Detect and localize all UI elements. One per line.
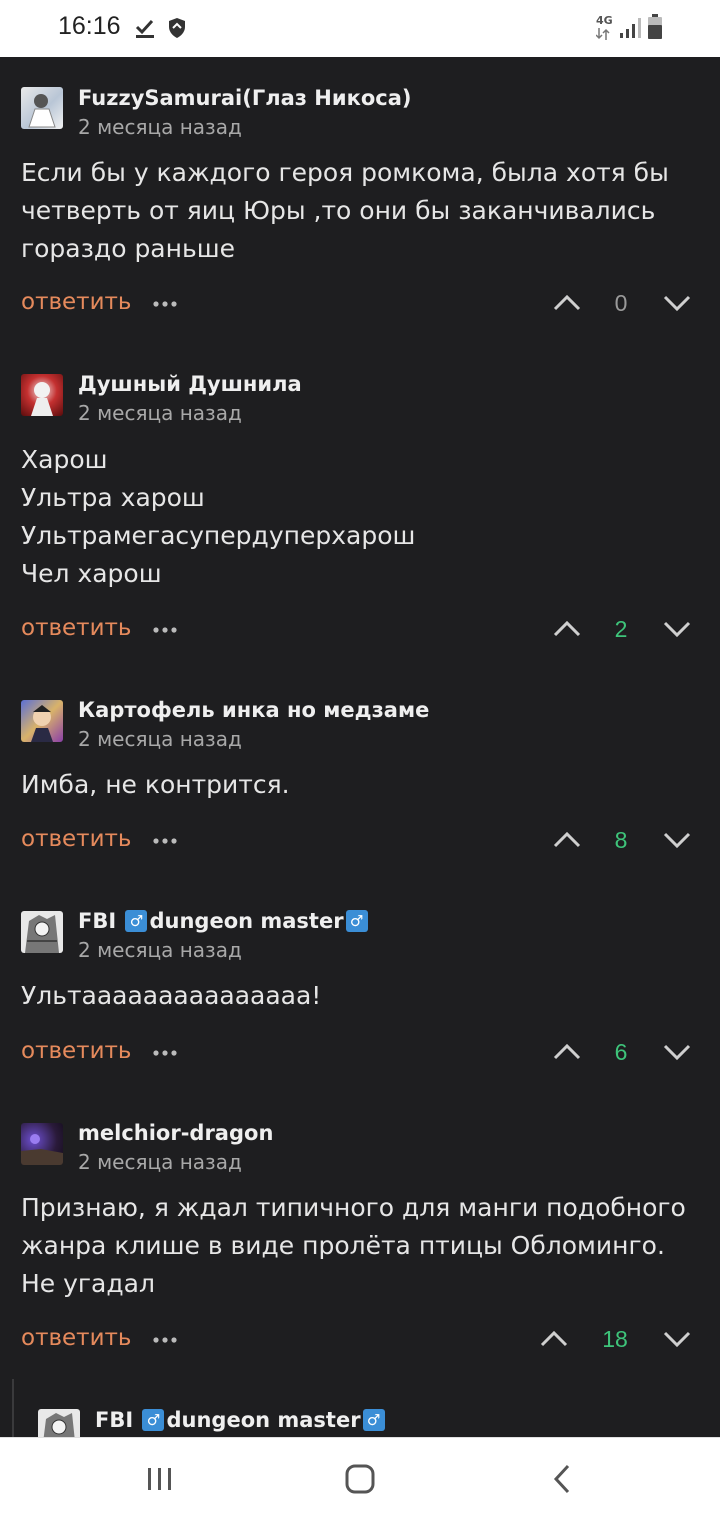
comment-text-line: Харош: [21, 445, 108, 474]
comment-author[interactable]: Картофель инка но медзаме: [78, 698, 429, 722]
more-dots-icon[interactable]: [153, 301, 177, 307]
comment-text-line: Ультра харош: [21, 483, 205, 512]
recents-icon[interactable]: [146, 1465, 174, 1493]
avatar-image-icon: [31, 705, 53, 742]
more-dots-icon[interactable]: [153, 627, 177, 633]
male-sign-icon: ♂: [142, 1409, 165, 1431]
back-icon[interactable]: [551, 1463, 573, 1495]
chevron-down-icon[interactable]: [663, 1330, 691, 1348]
chevron-up-icon[interactable]: [553, 831, 581, 849]
reply-button[interactable]: ответить: [21, 289, 131, 315]
reply-button[interactable]: ответить: [21, 1325, 131, 1351]
comment-author[interactable]: Душный Душнила: [78, 372, 302, 396]
comment-author[interactable]: FBI ♂ dungeon master ♂: [95, 1408, 387, 1432]
comment-text-line: Ультрамегасупердуперхарош: [21, 521, 416, 550]
reply-button[interactable]: ответить: [21, 826, 131, 852]
vote-count: 6: [614, 1039, 628, 1065]
data-arrows-icon: [596, 28, 610, 40]
comment-text-line: жанра клише в виде пролёта птицы Обломин…: [21, 1231, 665, 1260]
comment-text-line: четверть от яиц Юры ,то они бы заканчива…: [21, 196, 656, 225]
comment-text-line: Не угадал: [21, 1269, 155, 1298]
chevron-down-icon[interactable]: [663, 831, 691, 849]
battery-icon: [648, 14, 662, 39]
author-text: FBI: [95, 1408, 141, 1432]
comment-author[interactable]: FuzzySamurai(Глаз Никоса): [78, 86, 411, 110]
avatar-image-icon: [21, 1134, 63, 1165]
chevron-down-icon[interactable]: [663, 1043, 691, 1061]
shield-icon: [169, 18, 185, 38]
comment-time: 2 месяца назад: [78, 115, 242, 139]
chevron-down-icon[interactable]: [663, 294, 691, 312]
chevron-up-icon[interactable]: [553, 294, 581, 312]
navigation-bar: [0, 1437, 720, 1521]
reply-button[interactable]: ответить: [21, 615, 131, 641]
network-type-label: 4G: [596, 14, 613, 27]
avatar[interactable]: [21, 911, 63, 953]
signal-icon: [620, 18, 641, 38]
thread-line: [12, 1379, 14, 1437]
comment-time: 2 месяца назад: [78, 1150, 242, 1174]
avatar-image-icon: [31, 382, 53, 416]
comment-text-line: Ультааааааааааааааа!: [21, 981, 322, 1010]
comment-text-line: Если бы у каждого героя ромкома, была хо…: [21, 158, 669, 187]
vote-count: 0: [614, 290, 628, 316]
chevron-up-icon[interactable]: [553, 1043, 581, 1061]
more-dots-icon[interactable]: [153, 838, 177, 844]
comment-text: Харош Ультра харош Ультрамегасупердуперх…: [21, 441, 701, 593]
comment-time: 2 месяца назад: [78, 938, 242, 962]
comment-time: 2 месяца назад: [78, 727, 242, 751]
chevron-up-icon[interactable]: [553, 620, 581, 638]
download-done-icon: [135, 19, 154, 38]
comment-text: Если бы у каждого героя ромкома, была хо…: [21, 154, 701, 268]
chevron-up-icon[interactable]: [540, 1330, 568, 1348]
vote-count: 18: [602, 1326, 628, 1352]
avatar-image-icon: [43, 1413, 75, 1437]
male-sign-icon: ♂: [362, 1409, 385, 1431]
author-text: dungeon master: [149, 909, 344, 933]
chevron-down-icon[interactable]: [663, 620, 691, 638]
author-text: FBI: [78, 909, 124, 933]
avatar[interactable]: [38, 1409, 80, 1437]
comment-text-line: Чел харош: [21, 559, 162, 588]
home-icon[interactable]: [344, 1463, 376, 1495]
status-time: 16:16: [58, 12, 121, 40]
more-dots-icon[interactable]: [153, 1050, 177, 1056]
vote-count: 2: [614, 616, 628, 642]
avatar[interactable]: [21, 87, 63, 129]
comment-text-line: гораздо раньше: [21, 234, 235, 263]
comment-text-line: Имба, не контрится.: [21, 770, 290, 799]
comment-text-line: Признаю, я ждал типичного для манги подо…: [21, 1193, 686, 1222]
avatar-image-icon: [25, 915, 59, 953]
comment-text: Признаю, я ждал типичного для манги подо…: [21, 1189, 701, 1303]
vote-count: 8: [614, 827, 628, 853]
author-text: dungeon master: [166, 1408, 361, 1432]
male-sign-icon: ♂: [125, 910, 148, 932]
comments-list: FuzzySamurai(Глаз Никоса) 2 месяца назад…: [0, 57, 720, 1437]
comment-text: Имба, не контрится.: [21, 766, 701, 804]
comment-author[interactable]: melchior-dragon: [78, 1121, 273, 1145]
avatar[interactable]: [21, 374, 63, 416]
comment-author[interactable]: FBI ♂ dungeon master ♂: [78, 909, 370, 933]
avatar[interactable]: [21, 700, 63, 742]
comment-text: Ультааааааааааааааа!: [21, 977, 701, 1015]
reply-button[interactable]: ответить: [21, 1038, 131, 1064]
male-sign-icon: ♂: [345, 910, 368, 932]
more-dots-icon[interactable]: [153, 1337, 177, 1343]
avatar-image-icon: [28, 94, 56, 128]
avatar[interactable]: [21, 1123, 63, 1165]
status-bar: 16:16 4G: [0, 0, 720, 57]
comment-time: 2 месяца назад: [78, 401, 242, 425]
